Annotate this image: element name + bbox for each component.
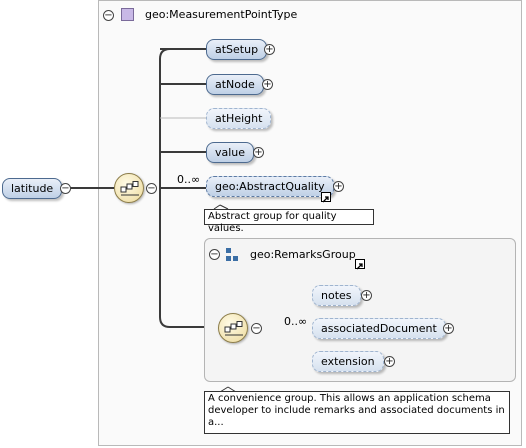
expand-atSetup-icon[interactable]: + xyxy=(264,44,275,55)
element-atSetup[interactable]: atSetup xyxy=(206,39,268,60)
expand-value-icon[interactable]: + xyxy=(253,147,264,158)
element-associatedDocument[interactable]: associatedDocument xyxy=(312,318,446,339)
element-notes[interactable]: notes xyxy=(312,285,361,306)
collapse-root-icon[interactable]: − xyxy=(60,183,71,194)
sequence-compositor-icon[interactable] xyxy=(218,313,248,343)
collapse-remarks-sequence-icon[interactable]: − xyxy=(251,323,262,334)
expand-extension-icon[interactable]: + xyxy=(384,356,395,367)
sequence-compositor-icon[interactable] xyxy=(114,173,144,203)
abstract-group-tooltip: Abstract group for quality values. xyxy=(204,209,374,234)
expand-notes-icon[interactable]: + xyxy=(361,290,372,301)
element-extension[interactable]: extension xyxy=(312,351,384,372)
reference-arrow-icon xyxy=(321,192,331,203)
remarks-group-title: geo:RemarksGroup xyxy=(250,248,356,261)
collapse-sequence-icon[interactable]: − xyxy=(146,183,157,194)
expand-atNode-icon[interactable]: + xyxy=(262,79,273,90)
abstract-group-cardinality: 0..∞ xyxy=(177,173,201,186)
group-icon xyxy=(226,248,240,262)
expand-associatedDocument-icon[interactable]: + xyxy=(443,323,454,334)
collapse-remarks-group-icon[interactable]: − xyxy=(209,249,220,260)
remarks-group-tooltip: A convenience group. This allows an appl… xyxy=(204,391,510,434)
element-value[interactable]: value xyxy=(206,142,255,163)
element-atHeight[interactable]: atHeight xyxy=(206,108,272,129)
element-atNode[interactable]: atNode xyxy=(206,74,264,95)
reference-arrow-icon xyxy=(355,259,365,270)
expand-abstract-quality-icon[interactable]: + xyxy=(333,181,344,192)
element-abstract-quality[interactable]: geo:AbstractQuality xyxy=(206,176,334,197)
remarks-cardinality: 0..∞ xyxy=(284,315,308,328)
root-element-latitude[interactable]: latitude xyxy=(2,178,63,199)
